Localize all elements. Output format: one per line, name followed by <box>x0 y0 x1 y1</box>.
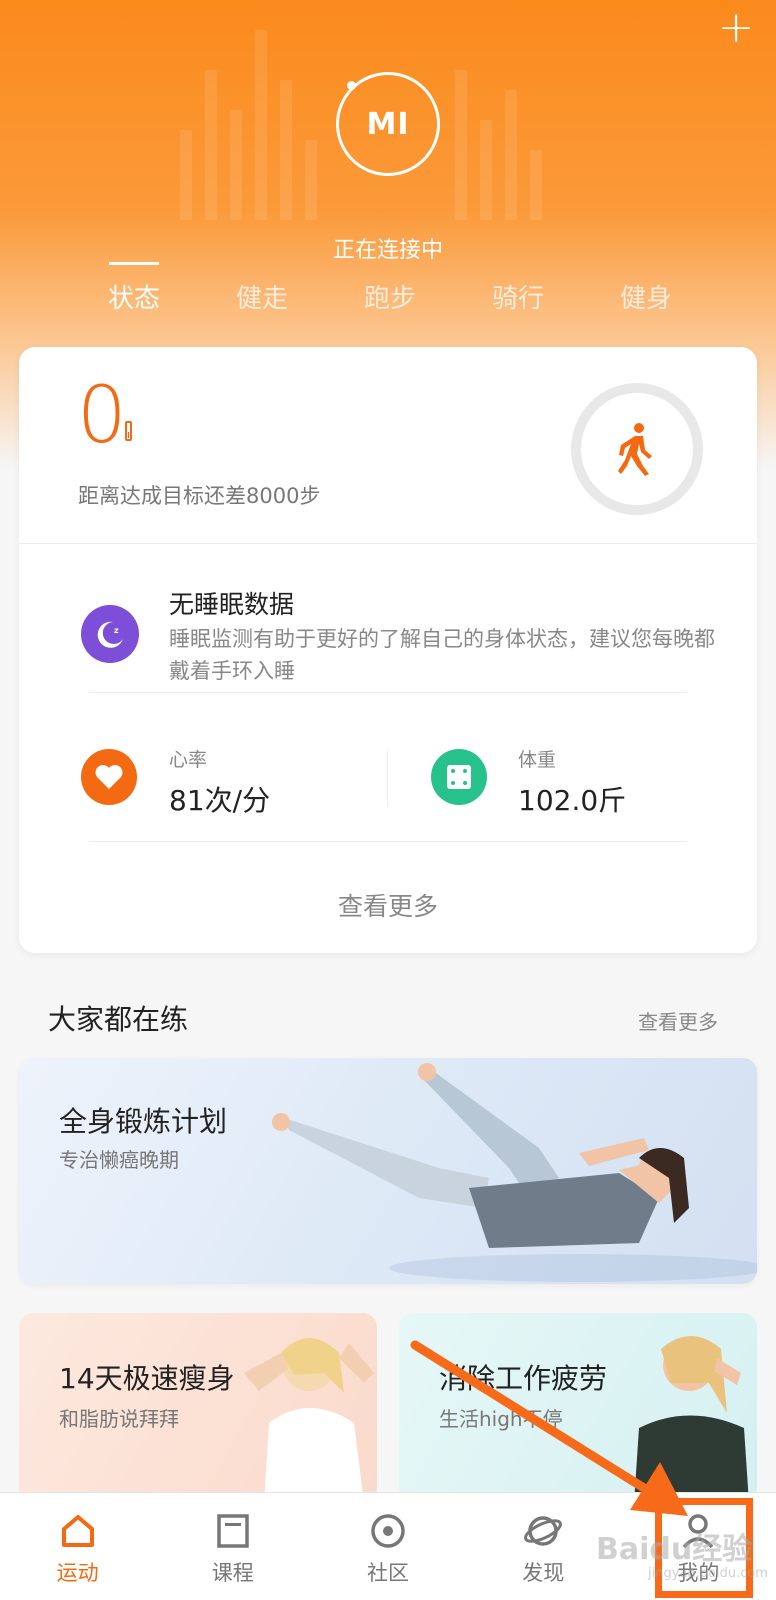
steps-count[interactable]: 0 <box>77 377 127 455</box>
home-icon <box>61 1515 94 1547</box>
featured-training-card[interactable]: 全身锻炼计划 专治懒癌晚期 <box>19 1058 757 1284</box>
decorative-wave <box>305 140 317 220</box>
training-card[interactable]: 消除工作疲劳 生活high不停 <box>399 1313 757 1503</box>
decorative-wave <box>455 70 467 220</box>
sleep-title[interactable]: 无睡眠数据 <box>169 585 294 621</box>
decorative-wave <box>530 150 542 220</box>
weight-value[interactable]: 102.0斤 <box>518 779 626 819</box>
course-icon <box>217 1514 249 1548</box>
tab-label: 健走 <box>235 284 288 314</box>
tab-fitness[interactable]: 健身 <box>582 278 710 318</box>
tab-walking[interactable]: 健走 <box>198 278 326 318</box>
activity-tabs: 状态 健走 跑步 骑行 健身 <box>70 262 710 318</box>
nav-label: 课程 <box>211 1561 254 1585</box>
device-status-ring[interactable]: MI <box>336 72 440 176</box>
training-card-subtitle: 和脂肪说拜拜 <box>59 1407 179 1431</box>
tab-status[interactable]: 状态 <box>70 262 198 318</box>
moon-icon: z <box>81 605 139 663</box>
add-device-button[interactable]: + <box>716 6 756 50</box>
tab-running[interactable]: 跑步 <box>326 278 454 318</box>
divider <box>89 841 687 842</box>
training-card[interactable]: 14天极速瘦身 和脂肪说拜拜 <box>19 1313 377 1503</box>
connection-status: 正在连接中 <box>332 238 443 263</box>
decorative-wave <box>230 110 242 220</box>
featured-subtitle: 专治懒癌晚期 <box>59 1148 179 1172</box>
divider <box>89 692 687 693</box>
step-unit-icon <box>125 421 132 441</box>
tab-label: 状态 <box>107 284 160 314</box>
watermark-url: jingyan.baidu.com <box>648 1566 768 1581</box>
training-card-title: 14天极速瘦身 <box>59 1362 235 1395</box>
step-progress-ring[interactable] <box>571 383 703 515</box>
section-title: 大家都在练 <box>48 1003 189 1036</box>
heart-icon <box>81 749 137 805</box>
weight-label: 体重 <box>518 749 557 771</box>
watermark: Baidu经验 <box>596 1532 753 1567</box>
decorative-wave <box>255 30 267 220</box>
nav-label: 社区 <box>367 1561 409 1585</box>
divider <box>19 543 757 544</box>
discover-icon <box>524 1516 563 1546</box>
community-icon <box>371 1514 405 1548</box>
divider <box>387 751 388 807</box>
decorative-wave <box>480 120 492 220</box>
heart-rate-label: 心率 <box>169 749 208 771</box>
nav-label: 运动 <box>56 1561 99 1585</box>
tab-label: 骑行 <box>491 284 544 314</box>
heart-rate-value[interactable]: 81次/分 <box>169 779 270 819</box>
walking-icon <box>618 423 652 476</box>
svg-text:z: z <box>114 626 119 635</box>
sleep-description: 睡眠监测有助于更好的了解自己的身体状态，建议您每晚都戴着手环入睡 <box>169 627 715 683</box>
decorative-wave <box>205 70 217 220</box>
decorative-wave <box>280 80 292 220</box>
nav-item-exercise[interactable]: 运动 <box>0 1493 155 1600</box>
view-more-training-button[interactable]: 查看更多 <box>638 1006 718 1035</box>
goal-remaining-text: 距离达成目标还差8000步 <box>78 484 321 508</box>
decorative-wave <box>180 130 192 220</box>
featured-title: 全身锻炼计划 <box>59 1105 228 1138</box>
mi-logo: MI <box>366 106 410 142</box>
nav-item-community[interactable]: 社区 <box>310 1493 465 1600</box>
decorative-wave <box>505 90 517 220</box>
training-card-subtitle: 生活high不停 <box>439 1407 563 1431</box>
tab-label: 跑步 <box>363 284 416 314</box>
summary-card: 0 距离达成目标还差8000步 z 无睡眠数据 睡眠监测有助于更好的了解自己的身… <box>19 347 757 953</box>
tab-indicator <box>109 262 159 265</box>
nav-item-courses[interactable]: 课程 <box>155 1493 310 1600</box>
view-more-health-button[interactable]: 查看更多 <box>19 887 757 923</box>
training-card-title: 消除工作疲劳 <box>439 1362 608 1395</box>
tab-cycling[interactable]: 骑行 <box>454 278 582 318</box>
tab-label: 健身 <box>619 284 672 314</box>
scale-icon <box>431 749 487 805</box>
